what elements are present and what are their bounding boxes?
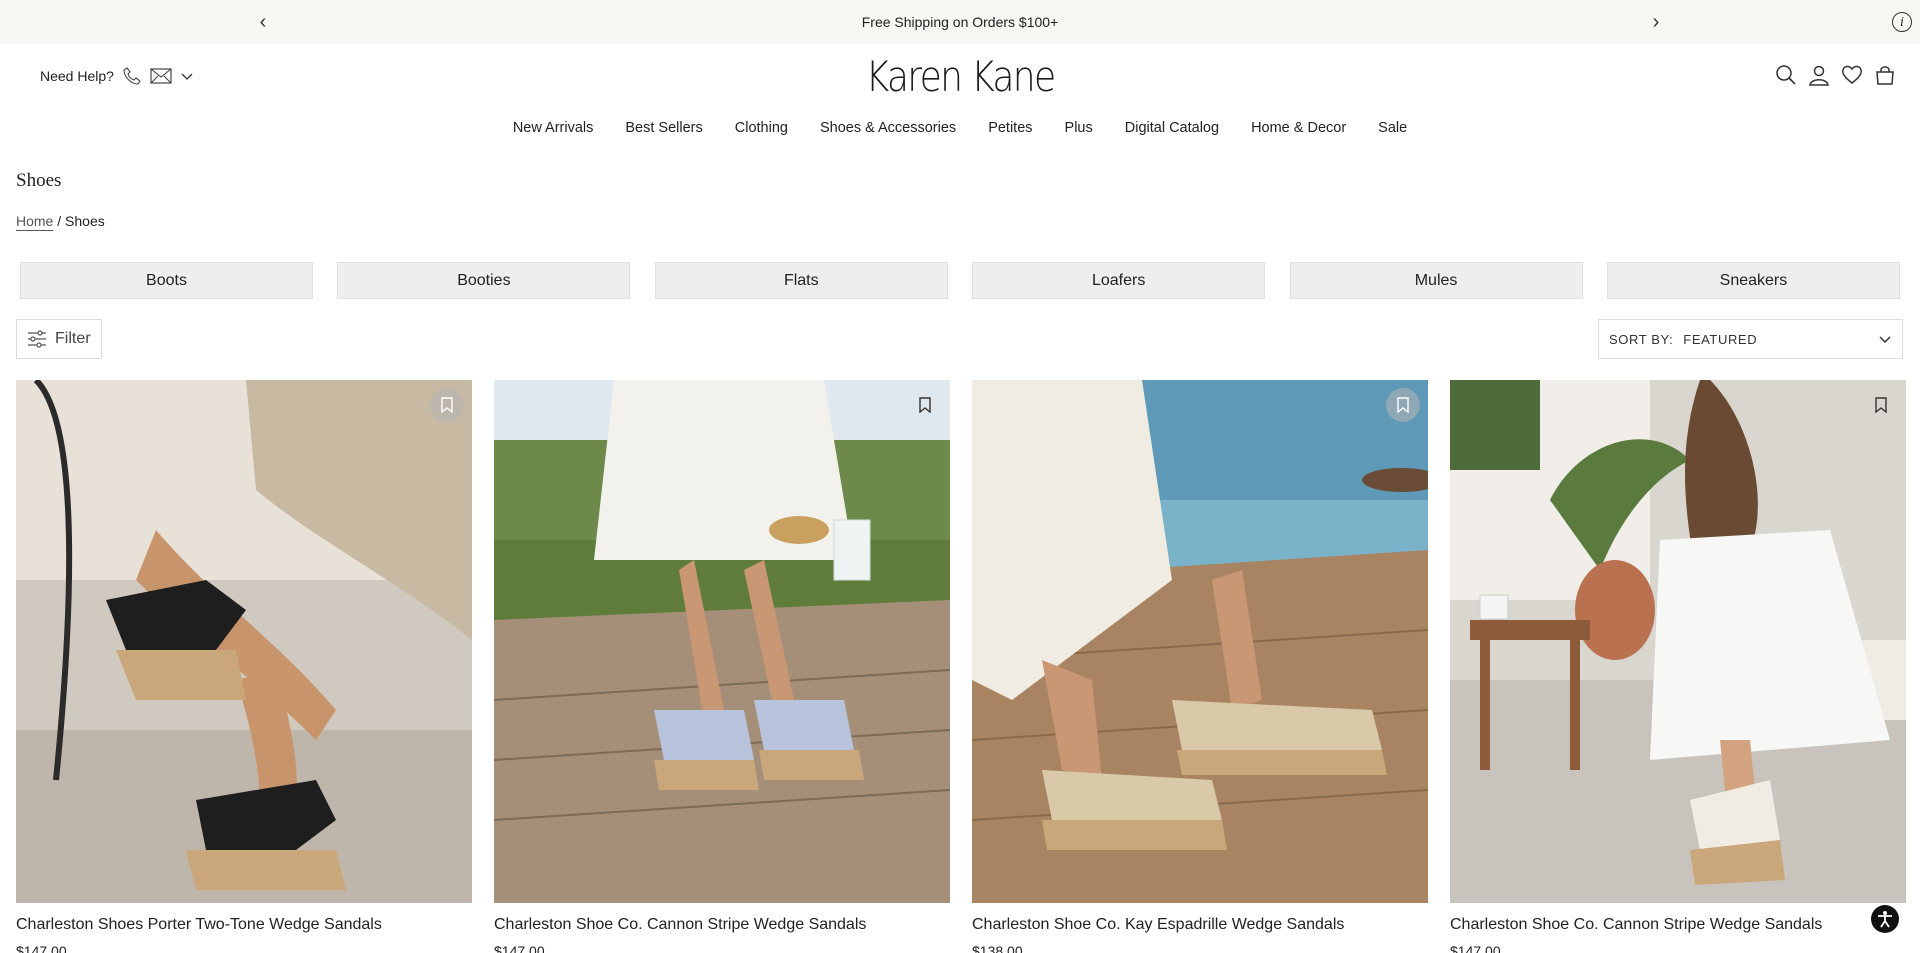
product-image[interactable]	[16, 380, 472, 903]
category-button-mules[interactable]: Mules	[1289, 262, 1583, 299]
product-image[interactable]	[494, 380, 950, 903]
nav-item-digital-catalog[interactable]: Digital Catalog	[1125, 120, 1219, 142]
wishlist-heart-icon[interactable]	[1841, 64, 1863, 86]
filter-button[interactable]: Filter	[16, 319, 102, 359]
account-icon[interactable]	[1808, 64, 1830, 86]
sort-select[interactable]: SORT BY: FEATURED	[1598, 319, 1903, 359]
search-icon[interactable]	[1775, 64, 1797, 86]
breadcrumb-separator: /	[57, 213, 62, 229]
nav-item-shoes-accessories[interactable]: Shoes & Accessories	[820, 120, 956, 142]
bag-icon[interactable]	[1874, 64, 1896, 86]
chevron-down-icon	[1879, 336, 1891, 344]
product-card[interactable]: Charleston Shoes Porter Two-Tone Wedge S…	[16, 380, 472, 953]
sort-value: FEATURED	[1683, 331, 1758, 347]
bookmark-icon	[1875, 397, 1887, 413]
nav-item-sale[interactable]: Sale	[1378, 120, 1407, 142]
nav-item-new-arrivals[interactable]: New Arrivals	[513, 120, 594, 142]
nav-item-plus[interactable]: Plus	[1065, 120, 1093, 142]
logo[interactable]: Karen Kane	[134, 52, 1785, 101]
product-image[interactable]	[1450, 380, 1906, 903]
bookmark-button[interactable]	[908, 388, 942, 422]
sort-label: SORT BY:	[1609, 331, 1674, 347]
nav-item-home-decor[interactable]: Home & Decor	[1251, 120, 1346, 142]
category-button-boots[interactable]: Boots	[20, 262, 313, 299]
category-buttons: Boots Booties Flats Loafers Mules Sneake…	[20, 262, 1900, 299]
product-grid: Charleston Shoes Porter Two-Tone Wedge S…	[16, 380, 1906, 953]
bookmark-icon	[919, 397, 931, 413]
product-image[interactable]	[972, 380, 1428, 903]
accessibility-button[interactable]	[1871, 905, 1899, 933]
announcement-message: Free Shipping on Orders $100+	[861, 14, 1059, 30]
site-header: Need Help? Karen Kane	[0, 44, 1920, 130]
filter-label: Filter	[55, 330, 91, 347]
nav-item-petites[interactable]: Petites	[988, 120, 1032, 142]
nav-item-best-sellers[interactable]: Best Sellers	[625, 120, 702, 142]
product-name[interactable]: Charleston Shoe Co. Kay Espadrille Wedge…	[972, 916, 1428, 934]
product-price: $138.00	[972, 943, 1023, 953]
category-button-sneakers[interactable]: Sneakers	[1606, 262, 1900, 299]
page-title: Shoes	[16, 170, 62, 191]
bookmark-button[interactable]	[1864, 388, 1898, 422]
product-name[interactable]: Charleston Shoe Co. Cannon Stripe Wedge …	[494, 916, 950, 934]
accessibility-icon	[1878, 911, 1892, 928]
main-nav: New Arrivals Best Sellers Clothing Shoes…	[0, 120, 1920, 142]
category-button-booties[interactable]: Booties	[337, 262, 631, 299]
product-card[interactable]: Charleston Shoe Co. Cannon Stripe Wedge …	[1450, 380, 1906, 953]
breadcrumb-current: Shoes	[65, 213, 105, 229]
breadcrumb-home-link[interactable]: Home	[16, 213, 53, 229]
bookmark-button[interactable]	[1386, 388, 1420, 422]
product-name[interactable]: Charleston Shoe Co. Cannon Stripe Wedge …	[1450, 916, 1906, 934]
bookmark-icon	[441, 397, 453, 413]
product-card[interactable]: Charleston Shoe Co. Kay Espadrille Wedge…	[972, 380, 1428, 953]
product-name[interactable]: Charleston Shoes Porter Two-Tone Wedge S…	[16, 916, 472, 934]
need-help-label: Need Help?	[40, 68, 114, 84]
announcement-next-button[interactable]: ›	[1644, 10, 1668, 34]
breadcrumb: Home / Shoes	[16, 213, 105, 229]
bookmark-icon	[1397, 397, 1409, 413]
category-button-flats[interactable]: Flats	[654, 262, 948, 299]
announcement-bar: ‹ Free Shipping on Orders $100+ › i	[0, 0, 1920, 44]
info-icon[interactable]: i	[1892, 12, 1912, 32]
nav-item-clothing[interactable]: Clothing	[735, 120, 788, 142]
product-card[interactable]: Charleston Shoe Co. Cannon Stripe Wedge …	[494, 380, 950, 953]
category-button-loafers[interactable]: Loafers	[972, 262, 1266, 299]
product-price: $147.00	[494, 943, 545, 953]
product-price: $147.00	[1450, 943, 1501, 953]
bookmark-button[interactable]	[430, 388, 464, 422]
filter-sliders-icon	[28, 330, 46, 348]
product-price: $147.00	[16, 943, 67, 953]
